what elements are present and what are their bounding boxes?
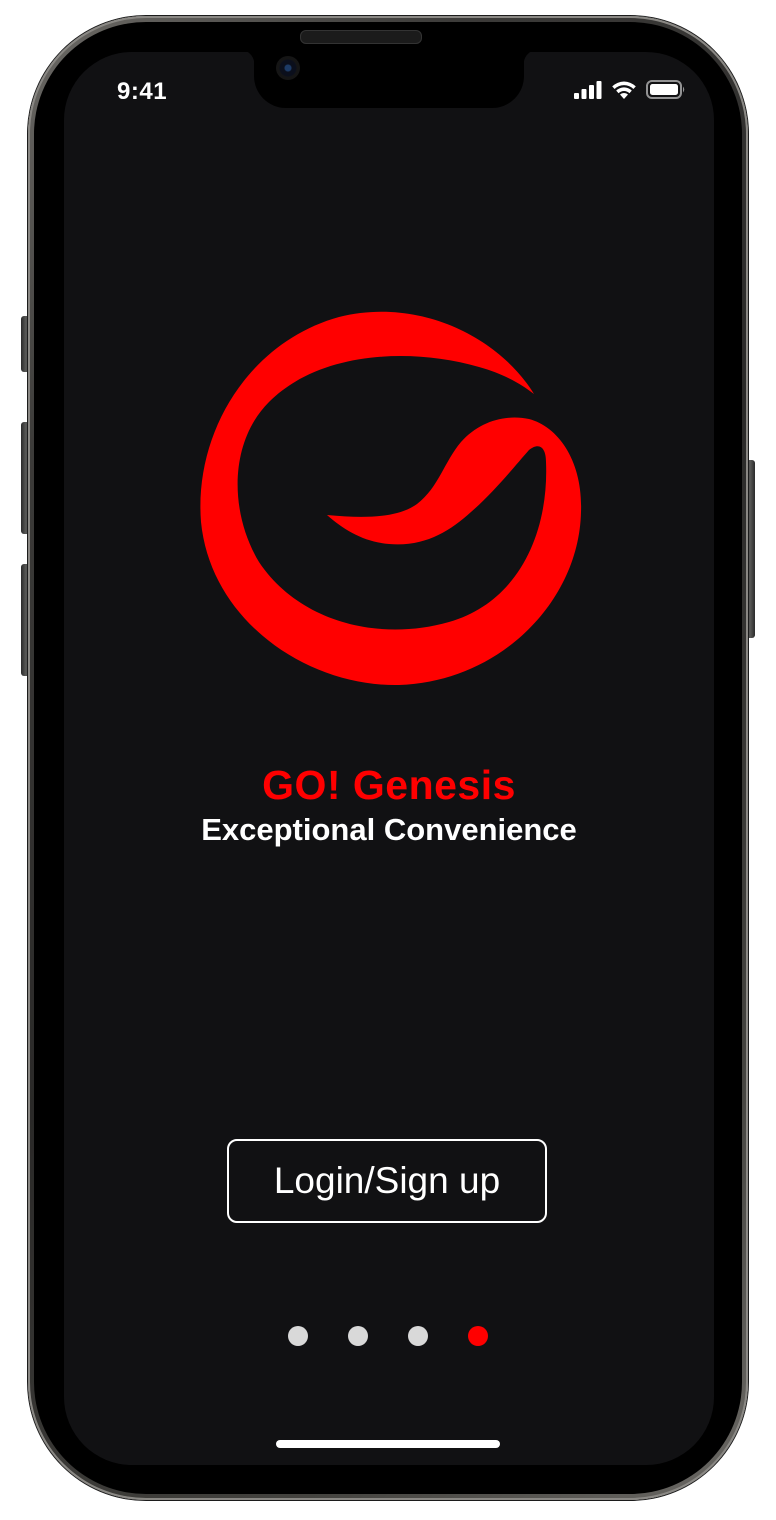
battery-icon — [646, 80, 686, 104]
notch — [240, 52, 538, 108]
brand-tagline: Exceptional Convenience — [201, 812, 577, 847]
brand-title: GO! Genesis — [262, 762, 516, 808]
status-icons — [574, 80, 686, 104]
front-camera — [276, 56, 300, 80]
page-dot-3[interactable] — [408, 1326, 428, 1346]
app-screen: 9:41 GO! Genesis Exceptional Convenience… — [64, 52, 714, 1465]
page-dot-4-active[interactable] — [468, 1326, 488, 1346]
status-time: 9:41 — [117, 78, 168, 105]
page-dot-1[interactable] — [288, 1326, 308, 1346]
page-indicator — [288, 1326, 488, 1346]
login-signup-button[interactable]: Login/Sign up — [227, 1139, 547, 1223]
wifi-icon — [611, 80, 637, 104]
home-indicator[interactable] — [276, 1440, 500, 1448]
page-dot-2[interactable] — [348, 1326, 368, 1346]
go-genesis-logo-icon — [199, 302, 584, 687]
cellular-signal-icon — [574, 80, 602, 104]
device-mockup: 9:41 GO! Genesis Exceptional Convenience… — [0, 0, 776, 1520]
earpiece-speaker — [300, 30, 422, 44]
